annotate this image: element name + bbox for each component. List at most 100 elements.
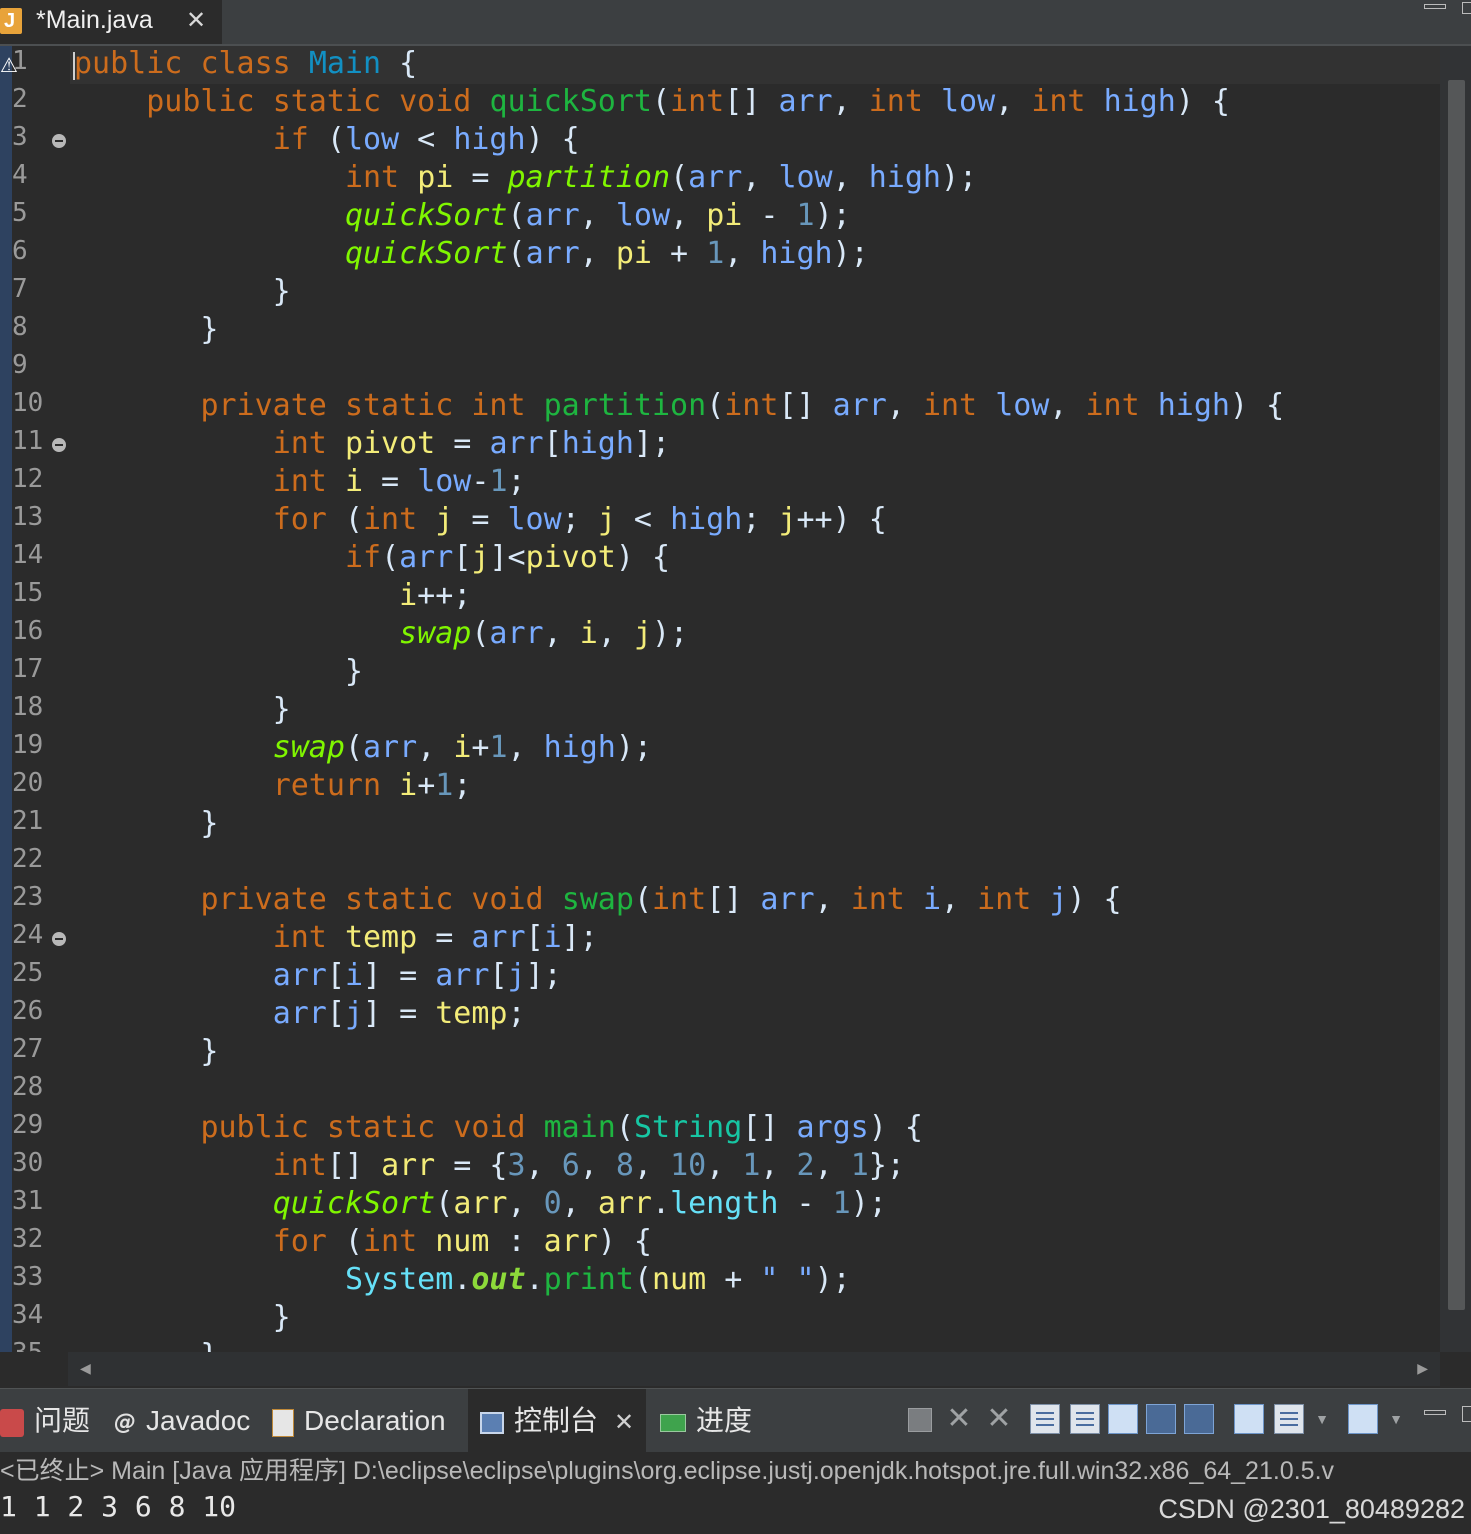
code-token: static	[344, 882, 454, 917]
tab-declaration[interactable]: Declaration	[272, 1389, 446, 1453]
code-token: ,	[633, 1148, 671, 1183]
horizontal-scrollbar[interactable]: ◀ ▶	[68, 1352, 1440, 1386]
tab-label: Javadoc	[146, 1405, 251, 1436]
code-line[interactable]: }	[74, 692, 291, 730]
code-token: for	[272, 502, 327, 537]
terminate-icon[interactable]	[908, 1408, 932, 1432]
code-line[interactable]: System.out.print(num + " ");	[74, 1262, 851, 1300]
code-token: int	[363, 1224, 418, 1259]
tab-label: 问题	[34, 1405, 91, 1436]
close-icon[interactable]: ✕	[614, 1409, 634, 1436]
code-line[interactable]: }	[74, 654, 363, 692]
code-line[interactable]: int temp = arr[i];	[74, 920, 598, 958]
code-token: ];	[525, 958, 562, 993]
tab-console[interactable]: 控制台 ✕	[468, 1389, 646, 1453]
code-token: int	[868, 84, 923, 119]
line-number: 3	[12, 122, 28, 152]
code-token: arr	[778, 84, 833, 119]
code-token: quickSort	[344, 198, 508, 233]
code-token: ,	[1049, 388, 1086, 423]
code-line[interactable]: quickSort(arr, 0, arr.length - 1);	[74, 1186, 887, 1224]
console-icon	[480, 1411, 504, 1434]
code-line[interactable]: public static void quickSort(int[] arr, …	[74, 84, 1230, 122]
code-line[interactable]: swap(arr, i+1, high);	[74, 730, 652, 768]
chevron-down-icon[interactable]: ▼	[1314, 1404, 1330, 1434]
code-line[interactable]: if(arr[j]<pivot) {	[74, 540, 670, 578]
code-token: pivot	[525, 540, 616, 575]
code-text-area[interactable]: public class Main { public static void q…	[74, 46, 1440, 1352]
display-selected-console-icon[interactable]	[1274, 1404, 1304, 1434]
scroll-left-arrow-icon[interactable]: ◀	[80, 1360, 91, 1377]
tab-javadoc[interactable]: @ Javadoc	[114, 1389, 250, 1453]
close-icon[interactable]: ✕	[186, 6, 206, 35]
vertical-scrollbar-thumb[interactable]	[1448, 80, 1465, 1310]
code-line[interactable]: private static void swap(int[] arr, int …	[74, 882, 1121, 920]
fold-collapse-icon[interactable]	[52, 438, 66, 452]
remove-all-terminated-icon[interactable]: ✕	[984, 1404, 1014, 1434]
maximize-icon[interactable]	[1462, 1406, 1471, 1422]
code-token: arr	[760, 882, 815, 917]
code-token: j	[507, 958, 526, 993]
chevron-down-icon[interactable]: ▼	[1388, 1404, 1404, 1434]
code-line[interactable]: private static int partition(int[] arr, …	[74, 388, 1284, 426]
code-token: int	[670, 84, 725, 119]
remove-launch-icon[interactable]: ✕	[944, 1404, 974, 1434]
clear-console-icon[interactable]	[1030, 1404, 1060, 1434]
open-console-icon[interactable]	[1348, 1404, 1378, 1434]
code-line[interactable]: arr[j] = temp;	[74, 996, 526, 1034]
code-line[interactable]: return i+1;	[74, 768, 472, 806]
code-line[interactable]: public static void main(String[] args) {	[74, 1110, 923, 1148]
code-token: <	[399, 122, 454, 157]
code-line[interactable]: int i = low-1;	[74, 464, 526, 502]
code-line[interactable]: for (int j = low; j < high; j++) {	[74, 502, 887, 540]
code-line[interactable]: if (low < high) {	[74, 122, 580, 160]
code-line[interactable]: }	[74, 806, 218, 844]
show-console-on-stderr-icon[interactable]	[1184, 1404, 1214, 1434]
code-token: (	[471, 616, 490, 651]
code-line[interactable]: i++;	[74, 578, 471, 616]
scroll-right-arrow-icon[interactable]: ▶	[1417, 1360, 1428, 1377]
code-token: out	[471, 1262, 526, 1297]
fold-collapse-icon[interactable]	[52, 134, 66, 148]
scroll-lock-icon[interactable]	[1070, 1404, 1100, 1434]
pin-console-icon[interactable]	[1234, 1404, 1264, 1434]
code-line[interactable]: swap(arr, i, j);	[74, 616, 688, 654]
tab-progress[interactable]: 进度	[660, 1389, 752, 1453]
minimize-icon[interactable]	[1424, 1410, 1446, 1415]
code-line[interactable]: arr[i] = arr[j];	[74, 958, 562, 996]
code-line[interactable]: }	[74, 312, 218, 350]
code-editor[interactable]: ⚠ 1 2 3 4 5 6 7 8 9 10 11 12 13 14 15 16 17 18 19 20 21 22 23 2…	[0, 46, 1471, 1352]
word-wrap-icon[interactable]	[1108, 1404, 1138, 1434]
code-line[interactable]: }	[74, 1300, 291, 1338]
code-line[interactable]: }	[74, 1338, 218, 1352]
code-line[interactable]: int pivot = arr[high];	[74, 426, 670, 464]
code-token: j	[1049, 882, 1068, 917]
code-token: ++) {	[796, 502, 887, 537]
code-line[interactable]: }	[74, 1034, 218, 1072]
tab-problems[interactable]: 问题	[0, 1389, 90, 1453]
scrollbar-corner	[0, 1352, 68, 1386]
code-line[interactable]: for (int num : arr) {	[74, 1224, 652, 1262]
code-line[interactable]: quickSort(arr, low, pi - 1);	[74, 198, 851, 236]
code-token: arr	[399, 540, 454, 575]
code-token: void	[453, 1110, 526, 1145]
editor-tab-main-java[interactable]: J *Main.java ✕	[0, 0, 222, 44]
show-console-on-stdout-icon[interactable]	[1146, 1404, 1176, 1434]
fold-collapse-icon[interactable]	[52, 932, 66, 946]
line-number: 14	[12, 540, 44, 570]
code-token: Main	[308, 46, 382, 81]
code-line[interactable]: int[] arr = {3, 6, 8, 10, 1, 2, 1};	[74, 1148, 905, 1186]
code-line[interactable]: quickSort(arr, pi + 1, high);	[74, 236, 869, 274]
line-number: 32	[12, 1224, 44, 1254]
minimize-icon[interactable]	[1424, 4, 1446, 9]
code-line[interactable]: int pi = partition(arr, low, high);	[74, 160, 977, 198]
code-line[interactable]: public class Main {	[74, 46, 417, 84]
code-line[interactable]: }	[74, 274, 291, 312]
line-number: 31	[12, 1186, 44, 1216]
code-token: );	[832, 236, 869, 271]
maximize-icon[interactable]	[1462, 2, 1471, 14]
code-token: =	[453, 160, 508, 195]
